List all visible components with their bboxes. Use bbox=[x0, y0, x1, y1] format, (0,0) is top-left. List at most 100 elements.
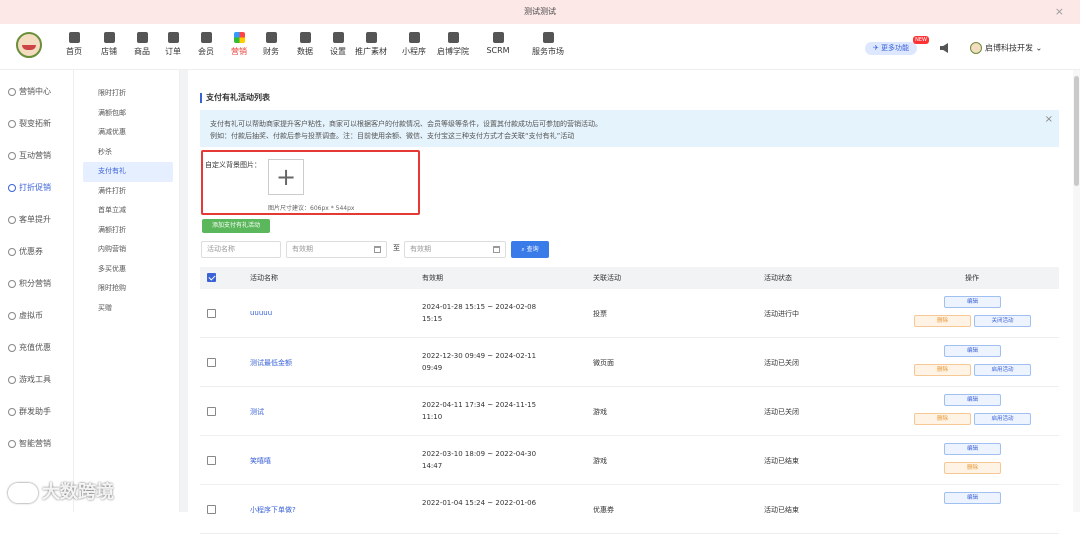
close-icon[interactable]: × bbox=[1055, 0, 1064, 24]
activity-name-input[interactable]: 活动名称 bbox=[201, 241, 281, 258]
more-features-button[interactable]: ✈ 更多功能 NEW bbox=[865, 36, 929, 55]
nav-item-label: 店铺 bbox=[101, 47, 117, 56]
row-checkbox[interactable] bbox=[207, 456, 216, 465]
submenu-item[interactable]: 首单立减 bbox=[83, 201, 173, 221]
activity-name-link[interactable]: 小程序下单做? bbox=[250, 505, 296, 515]
activity-name-link[interactable]: uuuuu bbox=[250, 309, 272, 317]
sidebar-item[interactable]: 营销中心 bbox=[0, 76, 73, 108]
activity-name-link[interactable]: 测试最低金额 bbox=[250, 358, 292, 368]
edit-button[interactable]: 编辑 bbox=[944, 345, 1001, 357]
nav-item[interactable]: 推广素材 bbox=[351, 32, 391, 57]
marketing-icon bbox=[233, 32, 245, 43]
close-notice-icon[interactable]: × bbox=[1045, 114, 1053, 126]
edit-button[interactable]: 编辑 bbox=[944, 394, 1001, 406]
sidebar-item-label: 智能营销 bbox=[19, 439, 51, 448]
period-start: 2022-04-11 17:34 ~ 2024-11-15 bbox=[422, 401, 537, 409]
share-icon bbox=[365, 32, 377, 43]
select-all-checkbox[interactable] bbox=[207, 273, 216, 282]
toggle-activity-button[interactable]: 启用活动 bbox=[974, 413, 1031, 425]
edit-button[interactable]: 编辑 bbox=[944, 443, 1001, 455]
activity-table: 活动名称 有效期 关联活动 活动状态 操作 uuuuu 2024-01-28 15… bbox=[200, 267, 1059, 534]
submenu-item[interactable]: 秒杀 bbox=[83, 143, 173, 163]
notice-line-2: 例如：付款后抽奖、付款后参与投票调查。注：目前使用余额、微信、支付宝这三种支付方… bbox=[210, 132, 575, 140]
submenu-item[interactable]: 限时抢购 bbox=[83, 279, 173, 299]
submenu-item[interactable]: 买赠 bbox=[83, 299, 173, 319]
activity-status: 活动已关闭 bbox=[764, 408, 799, 416]
row-checkbox[interactable] bbox=[207, 505, 216, 514]
nav-item[interactable]: SCRM bbox=[478, 32, 518, 55]
sidebar-item[interactable]: 裂变拓新 bbox=[0, 108, 73, 140]
row-checkbox[interactable] bbox=[207, 358, 216, 367]
activity-name-link[interactable]: 笑嘻嘻 bbox=[250, 456, 271, 466]
sidebar-item[interactable]: 群发助手 bbox=[0, 396, 73, 428]
sidebar-item[interactable]: 互动营销 bbox=[0, 140, 73, 172]
menu-icon bbox=[8, 151, 16, 160]
menu-icon bbox=[8, 311, 16, 320]
submenu-item[interactable]: 满额包邮 bbox=[83, 104, 173, 124]
sidebar-primary: 营销中心 裂变拓新 互动营销 打折促销 客单提升 优惠券 积分营销 虚拟币充值优惠游戏工具 群发… bbox=[0, 70, 74, 512]
activity-name-link[interactable]: 测试 bbox=[250, 407, 264, 417]
nav-item[interactable]: 小程序 bbox=[394, 32, 434, 57]
nav-item-label: 设置 bbox=[330, 47, 346, 56]
related-activity: 投票 bbox=[593, 310, 607, 318]
sidebar-item[interactable]: 游戏工具 bbox=[0, 364, 73, 396]
submenu-item[interactable]: 满件打折 bbox=[83, 182, 173, 202]
background-image-label: 自定义背景图片： bbox=[205, 161, 261, 169]
date-from-input[interactable]: 有效期 bbox=[286, 241, 387, 258]
nav-item[interactable]: 首页 bbox=[54, 32, 94, 57]
sidebar-item[interactable]: 优惠券 bbox=[0, 236, 73, 268]
sidebar-item[interactable]: 打折促销 bbox=[0, 172, 73, 204]
submenu-item[interactable]: 内购营销 bbox=[83, 240, 173, 260]
delete-button[interactable]: 删除 bbox=[944, 462, 1001, 474]
row-checkbox[interactable] bbox=[207, 407, 216, 416]
to-label: 至 bbox=[393, 244, 400, 252]
upload-image-button[interactable]: + bbox=[268, 159, 304, 195]
table-row: 测试最低金额 2022-12-30 09:49 ~ 2024-02-11 09:49… bbox=[200, 338, 1059, 387]
nav-item[interactable]: 服务市场 bbox=[528, 32, 568, 57]
menu-icon bbox=[8, 407, 16, 416]
nav-item-label: 会员 bbox=[198, 47, 214, 56]
date-to-input[interactable]: 有效期 bbox=[404, 241, 506, 258]
query-button[interactable]: ⌕ 查询 bbox=[511, 241, 549, 258]
submenu-item[interactable]: 限时打折 bbox=[83, 84, 173, 104]
scrollbar[interactable] bbox=[1073, 70, 1080, 512]
calendar-icon bbox=[374, 246, 381, 253]
nav-item[interactable]: 启博学院 bbox=[433, 32, 473, 57]
sidebar-item[interactable]: 虚拟币 bbox=[0, 300, 73, 332]
submenu-item[interactable]: 多买优惠 bbox=[83, 260, 173, 280]
delete-button[interactable]: 删除 bbox=[914, 315, 971, 327]
nav-item-label: 推广素材 bbox=[355, 47, 387, 56]
speaker-icon[interactable] bbox=[940, 43, 948, 53]
data-icon bbox=[299, 32, 311, 43]
logo-avatar[interactable] bbox=[16, 32, 42, 58]
row-checkbox[interactable] bbox=[207, 309, 216, 318]
add-activity-button[interactable]: 添加支付有礼活动 bbox=[202, 219, 270, 233]
scrollbar-thumb[interactable] bbox=[1074, 76, 1079, 186]
submenu-item[interactable]: 支付有礼 bbox=[83, 162, 173, 182]
table-row: 笑嘻嘻 2022-03-10 18:09 ~ 2022-04-30 14:47 游戏 活… bbox=[200, 436, 1059, 485]
market-icon bbox=[542, 32, 554, 43]
user-menu[interactable]: 启博科技开发 ⌄ bbox=[970, 42, 1042, 54]
table-row: 小程序下单做? 2022-01-04 15:24 ~ 2022-01-06 优惠券 活… bbox=[200, 485, 1059, 534]
sidebar-item[interactable]: 积分营销 bbox=[0, 268, 73, 300]
submenu-item[interactable]: 满额打折 bbox=[83, 221, 173, 241]
watermark: 大数跨境 bbox=[8, 478, 114, 504]
toggle-activity-button[interactable]: 关闭活动 bbox=[974, 315, 1031, 327]
delete-button[interactable]: 删除 bbox=[914, 413, 971, 425]
sidebar-item-label: 充值优惠 bbox=[19, 343, 51, 352]
edit-button[interactable]: 编辑 bbox=[944, 296, 1001, 308]
delete-button[interactable]: 删除 bbox=[914, 364, 971, 376]
sidebar-item[interactable]: 客单提升 bbox=[0, 204, 73, 236]
edit-button[interactable]: 编辑 bbox=[944, 492, 1001, 504]
nav-item-label: 商品 bbox=[134, 47, 150, 56]
menu-icon bbox=[8, 439, 16, 448]
submenu-item[interactable]: 满减优惠 bbox=[83, 123, 173, 143]
header-status: 活动状态 bbox=[764, 274, 792, 282]
sidebar-item[interactable]: 智能营销 bbox=[0, 428, 73, 460]
sidebar-item[interactable]: 充值优惠 bbox=[0, 332, 73, 364]
menu-icon bbox=[8, 119, 16, 128]
period-start: 2022-01-04 15:24 ~ 2022-01-06 bbox=[422, 499, 537, 507]
table-row: 测试 2022-04-11 17:34 ~ 2024-11-15 11:10 游戏 活动… bbox=[200, 387, 1059, 436]
period-end: 09:49 bbox=[422, 364, 443, 372]
toggle-activity-button[interactable]: 启用活动 bbox=[974, 364, 1031, 376]
